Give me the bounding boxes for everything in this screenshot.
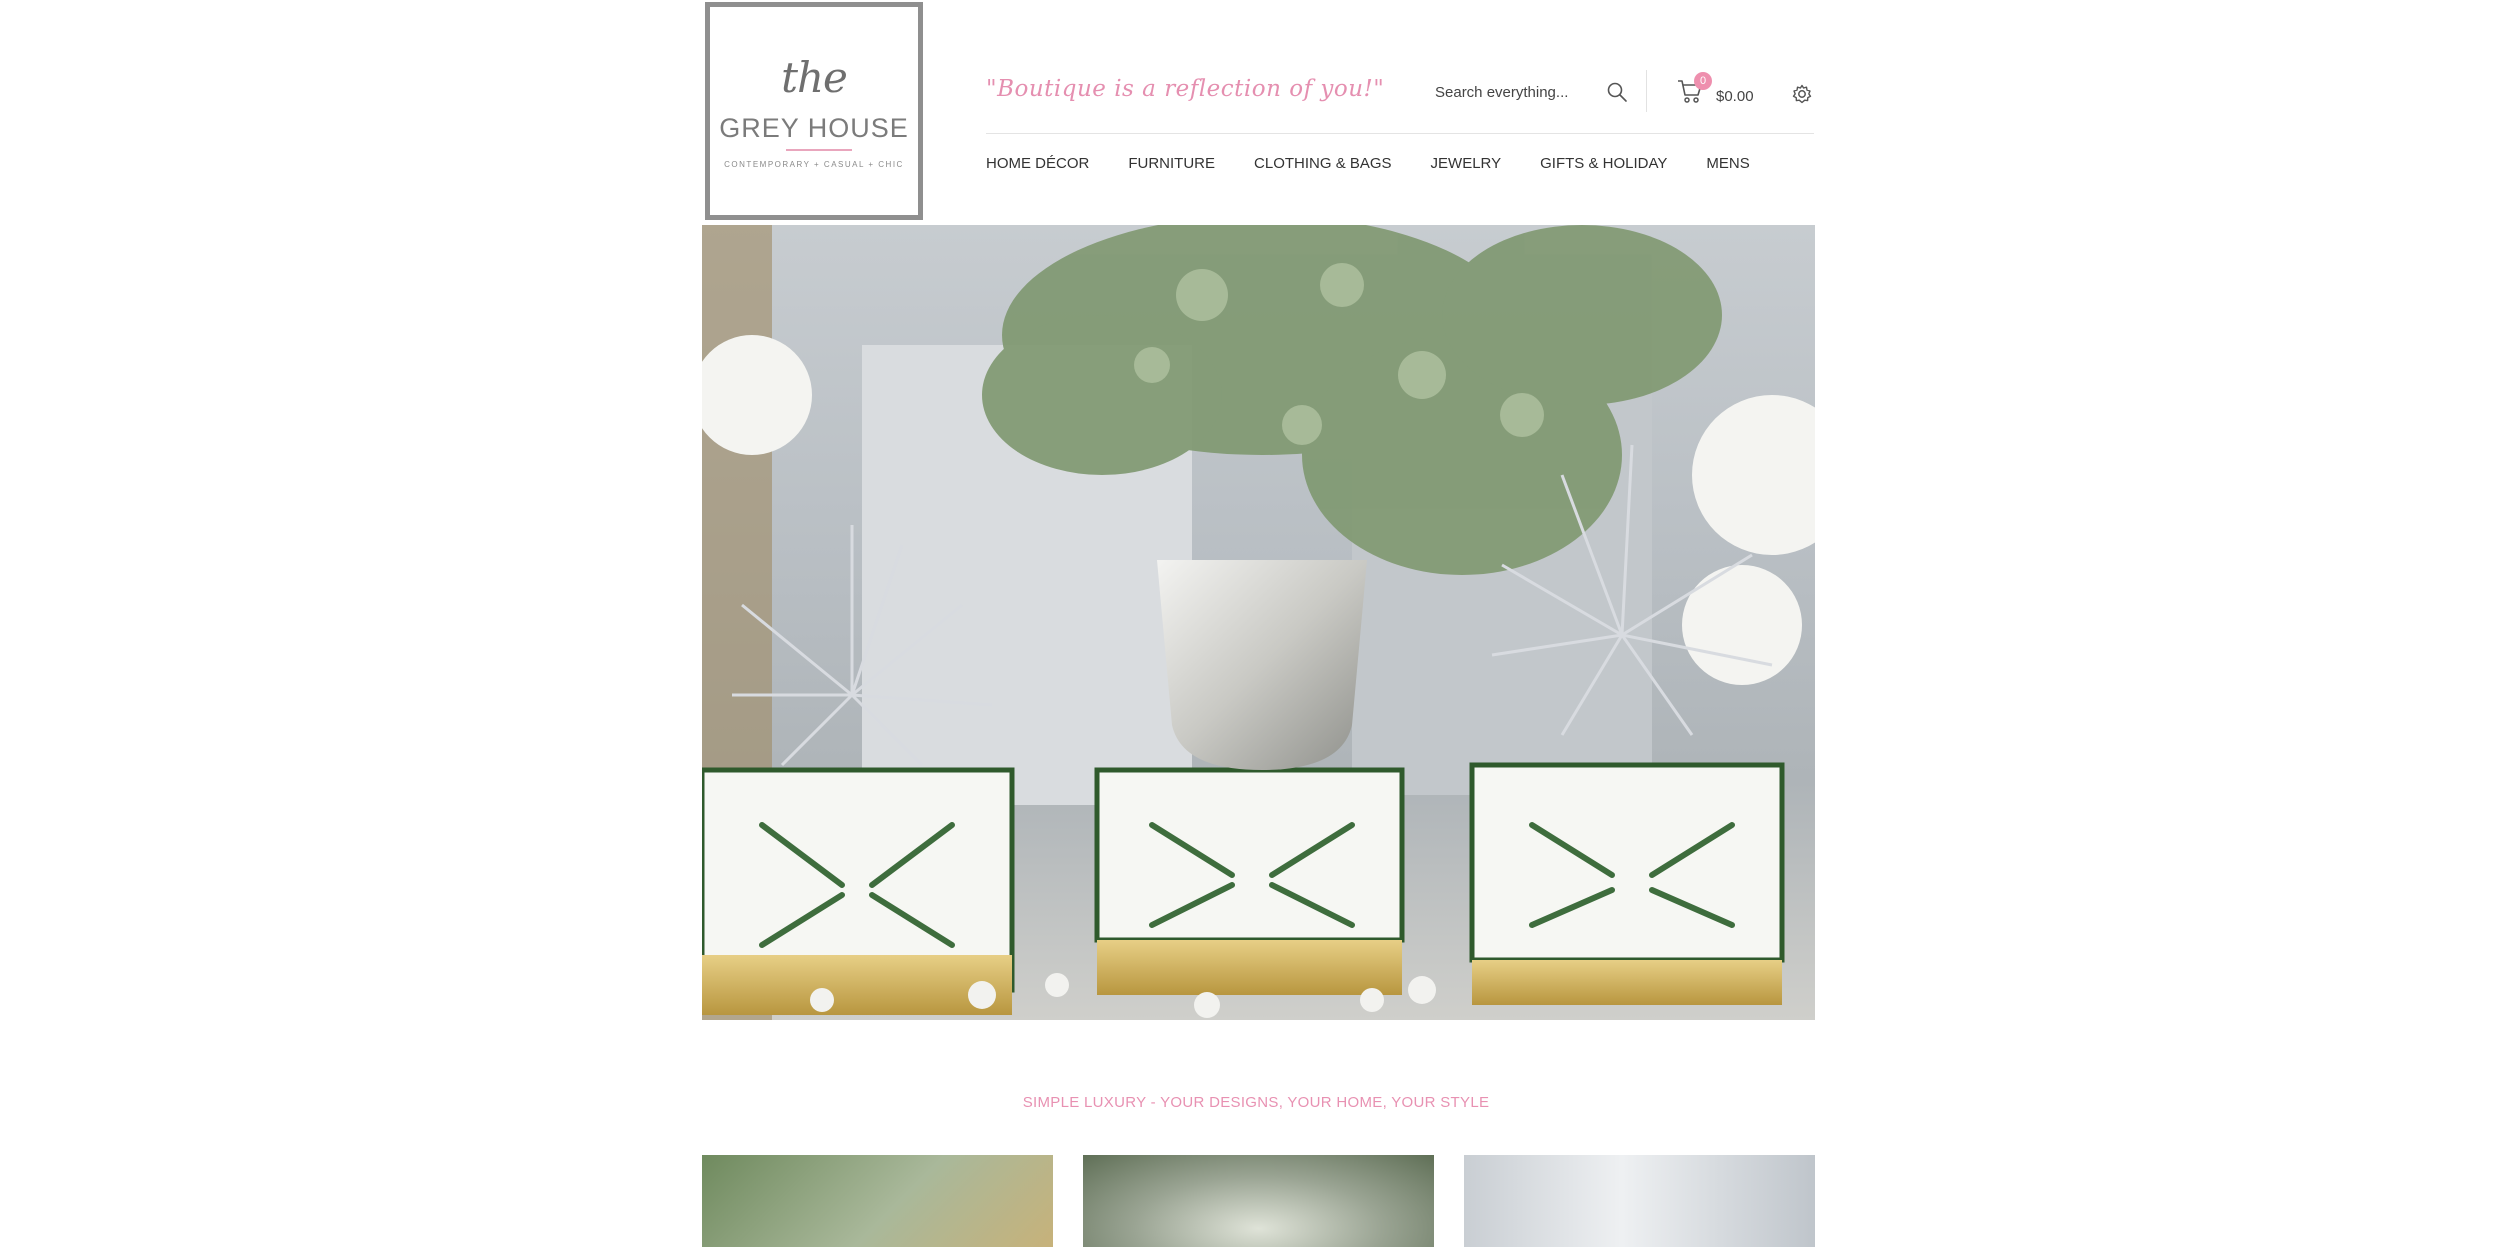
gear-icon[interactable] (1791, 83, 1813, 105)
nav-item-gifts-holiday[interactable]: GIFTS & HOLIDAY (1540, 155, 1667, 172)
category-tile-1[interactable] (702, 1155, 1053, 1247)
cart-count-badge: 0 (1694, 72, 1712, 90)
category-tile-2[interactable] (1083, 1155, 1434, 1247)
nav-item-furniture[interactable]: FURNITURE (1128, 155, 1215, 172)
nav-item-mens[interactable]: MENS (1706, 155, 1749, 172)
nav-item-clothing-bags[interactable]: CLOTHING & BAGS (1254, 155, 1392, 172)
main-nav: HOME DÉCOR FURNITURE CLOTHING & BAGS JEW… (986, 155, 1789, 172)
logo-the-script: the (781, 53, 848, 102)
logo-subtitle: CONTEMPORARY + CASUAL + CHIC (724, 160, 904, 169)
site-logo[interactable]: the GREY HOUSE CONTEMPORARY + CASUAL + C… (705, 2, 923, 220)
nav-item-home-decor[interactable]: HOME DÉCOR (986, 155, 1089, 172)
logo-wordmark: GREY HOUSE (719, 113, 909, 143)
section-strapline: SIMPLE LUXURY - YOUR DESIGNS, YOUR HOME,… (1022, 1094, 1490, 1111)
category-tile-3[interactable] (1464, 1155, 1815, 1247)
hero-illustration (702, 225, 1815, 1020)
nav-item-jewelry[interactable]: JEWELRY (1431, 155, 1502, 172)
search-input[interactable]: Search everything... (1435, 84, 1568, 101)
search-icon[interactable] (1606, 81, 1628, 103)
cart-total[interactable]: $0.00 (1716, 88, 1754, 105)
tagline: "Boutique is a reflection of you!" (986, 76, 1385, 102)
logo-divider (786, 149, 852, 151)
header-divider (1646, 70, 1647, 112)
hero-banner-image[interactable] (702, 225, 1815, 1020)
header-rule (986, 133, 1814, 134)
